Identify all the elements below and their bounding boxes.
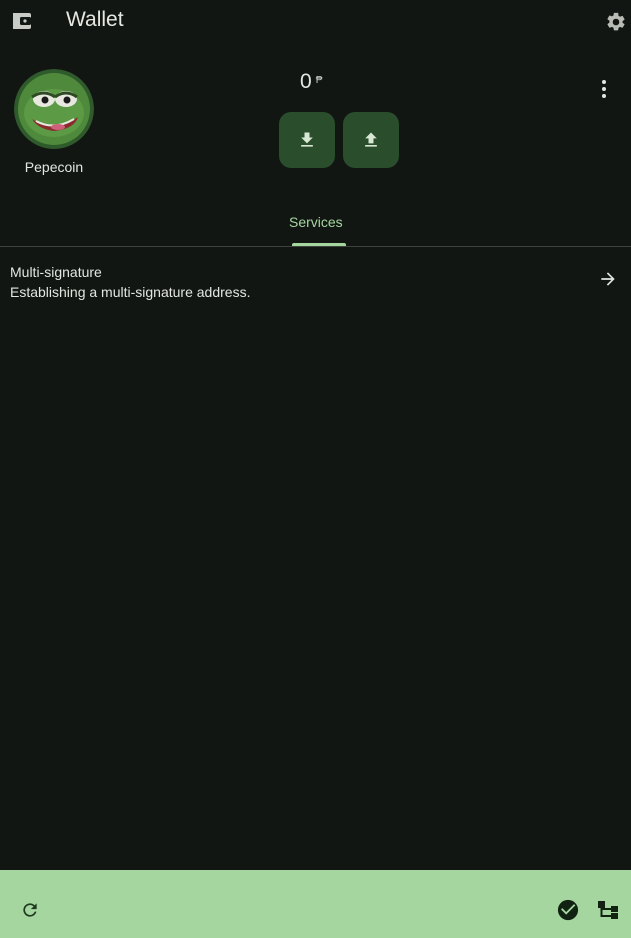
send-button[interactable]	[343, 112, 399, 168]
receive-button[interactable]	[279, 112, 335, 168]
upload-icon	[365, 132, 377, 147]
coin-name: Pepecoin	[24, 159, 84, 175]
service-description: Establishing a multi-signature address.	[10, 284, 251, 300]
network-tree-icon[interactable]	[597, 900, 619, 920]
status-bar	[0, 870, 631, 938]
avatar	[14, 69, 94, 149]
download-icon	[301, 132, 313, 147]
pepe-frog-logo	[14, 69, 94, 149]
service-item-multisig[interactable]: Multi-signature Establishing a multi-sig…	[0, 256, 631, 306]
wallet-icon[interactable]	[12, 11, 32, 31]
page-title: Wallet	[66, 8, 124, 31]
more-vert-icon[interactable]	[596, 78, 612, 100]
currency-unit: ₱	[315, 75, 323, 86]
arrow-right-icon[interactable]	[598, 269, 618, 289]
refresh-icon[interactable]	[20, 900, 40, 920]
service-title: Multi-signature	[10, 264, 102, 280]
tab-indicator	[292, 243, 346, 246]
balance-display: 0 ₱	[300, 70, 380, 94]
tab-bar: Services	[0, 200, 631, 247]
wallet-app: Wallet Pepecoin 0 ₱ Services Multi-signa…	[0, 0, 631, 938]
gear-icon[interactable]	[605, 11, 627, 33]
tab-services[interactable]: Services	[289, 214, 343, 230]
top-bar: Wallet	[0, 0, 631, 42]
balance-value: 0	[300, 70, 312, 93]
check-circle-icon[interactable]	[557, 899, 579, 921]
